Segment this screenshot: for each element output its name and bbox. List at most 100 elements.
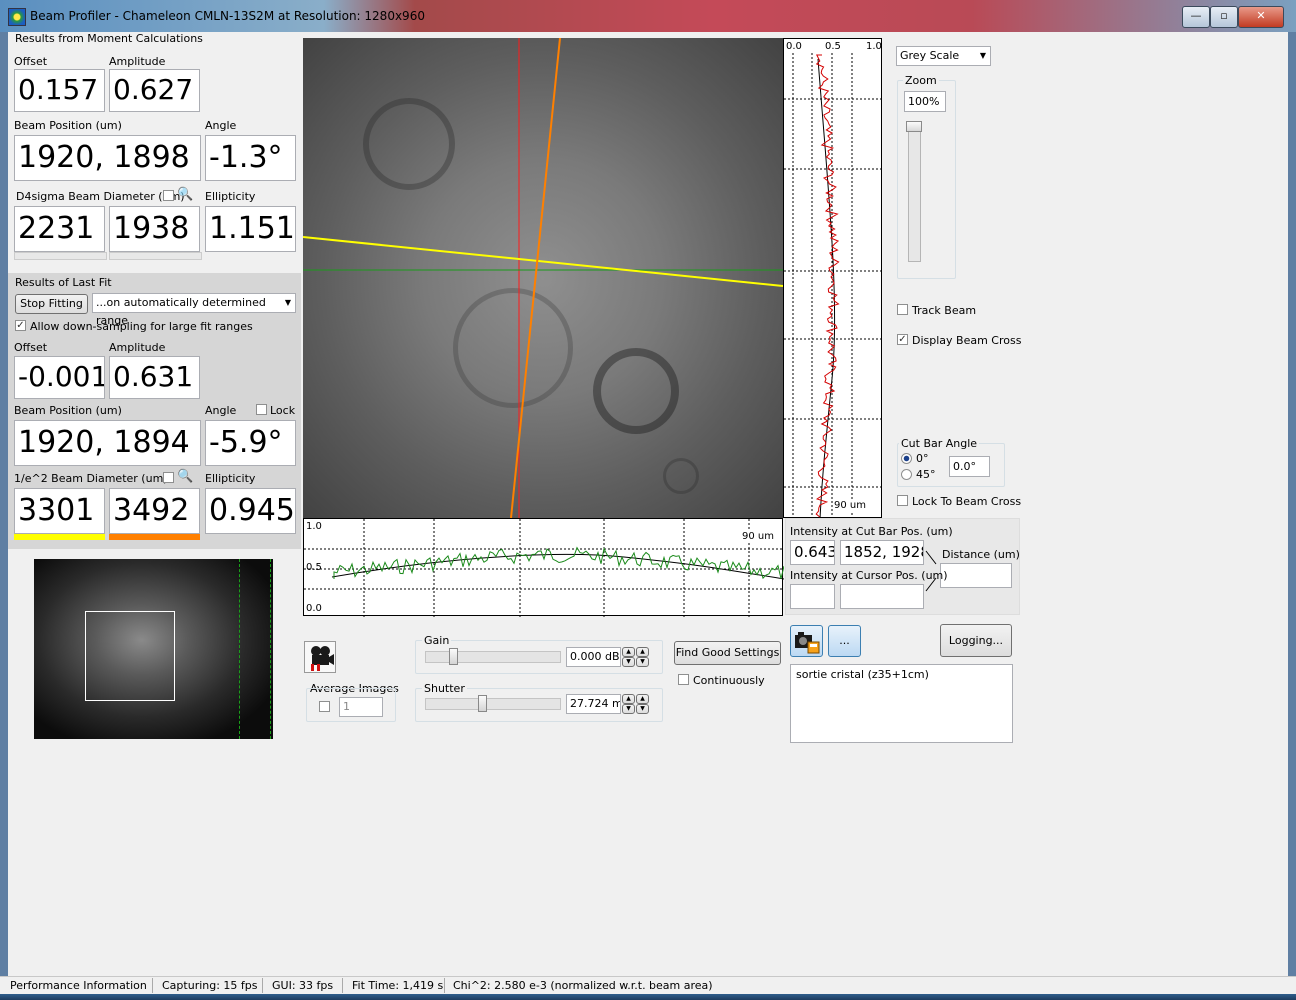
beam-position-label: Beam Position (um) [14,119,122,132]
shutter-down-fast-button[interactable]: ▼ [636,704,649,714]
cut-intensity-label: Intensity at Cut Bar Pos. (um) [790,525,953,538]
fit-offset-value: -0.001 [14,356,105,399]
lock-cross-checkbox[interactable] [897,495,908,506]
shutter-down-button[interactable]: ▼ [622,704,635,714]
angle-45-radio[interactable] [901,469,912,480]
fit-diameter-x: 3301 [14,488,105,534]
continuously-checkbox[interactable] [678,674,689,685]
cut-angle-input[interactable]: 0.0° [949,456,990,477]
moment-angle-value: -1.3° [205,135,296,181]
lock-label: Lock [270,404,296,417]
fit-y-axis-line [510,38,561,518]
status-fit-time: Fit Time: 1,419 s [352,979,444,992]
logging-button[interactable]: Logging... [940,624,1012,657]
find-good-settings-button[interactable]: Find Good Settings [674,641,781,665]
notes-textarea[interactable]: sortie cristal (z35+1cm) [790,664,1013,743]
display-cross-label: Display Beam Cross [912,334,1022,347]
average-checkbox[interactable] [319,701,330,712]
distance-bracket [925,550,937,592]
cut-bar-label: Cut Bar Angle [899,437,980,450]
app-icon [8,8,26,26]
vertical-profile-plot: 0.0 0.5 1.0 90 um [783,38,883,519]
stop-fitting-button[interactable]: Stop Fitting [15,294,88,314]
h-tick-bottom: 0.0 [306,603,322,614]
snapshot-icon[interactable] [790,625,823,657]
gain-down-fast-button[interactable]: ▼ [636,657,649,667]
status-gui: GUI: 33 fps [272,979,334,992]
horizontal-profile-svg [304,519,784,617]
lock-checkbox[interactable] [256,404,267,415]
angle-0-label: 0° [916,452,929,465]
chevron-down-icon: ▼ [979,51,986,60]
shutter-input[interactable]: 27.724 ms [566,694,621,714]
gain-down-button[interactable]: ▼ [622,657,635,667]
maximize-button[interactable]: ▫ [1210,6,1238,28]
fit-range-select[interactable]: ...on automatically determined range ▼ [92,293,296,327]
h-tick-top: 1.0 [306,521,322,532]
shutter-slider-track[interactable] [425,698,561,710]
colormap-value: Grey Scale [900,49,960,62]
title-bar[interactable]: Beam Profiler - Chameleon CMLN-13S2M at … [0,0,1296,32]
moment-x-bar [14,252,107,260]
fit-angle-value: -5.9° [205,420,296,466]
cursor-intensity-value [790,584,835,609]
horizontal-profile-data [333,546,784,580]
fit-amplitude-value: 0.631 [109,356,200,399]
d4sigma-checkbox[interactable] [163,190,174,201]
downsample-label: Allow down-sampling for large fit ranges [30,320,253,333]
roi-rectangle[interactable] [85,611,175,701]
angle-label: Angle [205,119,237,132]
beam-image[interactable] [303,38,783,518]
video-camera-icon[interactable] [304,641,336,673]
thumb-marker-left [239,559,240,739]
downsample-checkbox[interactable]: ✓ [15,320,26,331]
moment-header: Results from Moment Calculations [15,32,203,45]
track-beam-checkbox[interactable] [897,304,908,315]
fit-diameter-label: 1/e^2 Beam Diameter (um) [14,472,168,485]
magnifier-icon[interactable]: 🔍 [177,187,193,202]
shutter-up-button[interactable]: ▲ [622,694,635,704]
angle-0-radio[interactable] [901,453,912,464]
fit-x-color-bar [14,534,105,540]
browse-button[interactable]: ... [828,625,861,657]
fit-offset-label: Offset [14,341,48,354]
shutter-slider-thumb[interactable] [478,695,487,712]
shutter-label: Shutter [422,682,467,695]
fit-position-label: Beam Position (um) [14,404,122,417]
gain-slider-thumb[interactable] [449,648,458,665]
gain-up-fast-button[interactable]: ▲ [636,647,649,657]
beam-cross-overlay [303,38,783,518]
cut-intensity-value: 0.643 [790,540,835,565]
lock-cross-label: Lock To Beam Cross [912,495,1022,508]
vertical-profile-svg [784,53,883,519]
colormap-select[interactable]: Grey Scale ▼ [896,46,991,66]
beam-profiler-window: Beam Profiler - Chameleon CMLN-13S2M at … [0,0,1296,1000]
overview-thumbnail[interactable] [34,559,273,739]
zoom-input[interactable]: 100% [904,91,946,112]
zoom-slider-track[interactable] [908,122,921,262]
fit-ellipticity-value: 0.945 [205,488,296,534]
average-count-input[interactable]: 1 [339,697,383,717]
gain-up-button[interactable]: ▲ [622,647,635,657]
moment-diameter-y: 1938 [109,206,200,252]
angle-45-label: 45° [916,468,936,481]
v-tick-1: 0.5 [825,41,841,52]
v-tick-0: 0.0 [786,41,802,52]
gain-slider-track[interactable] [425,651,561,663]
display-cross-checkbox[interactable]: ✓ [897,334,908,345]
close-button[interactable]: ✕ [1238,6,1284,28]
moment-offset-value: 0.157 [14,69,105,112]
zoom-slider-thumb[interactable] [906,121,922,132]
zoom-label: Zoom [903,74,939,87]
status-performance: Performance Information [10,979,147,992]
moment-position-value: 1920, 1898 [14,135,201,181]
gain-input[interactable]: 0.000 dB [566,647,621,667]
fit-diameter-checkbox[interactable] [163,472,174,483]
status-separator [342,978,343,993]
d4sigma-label: D4sigma Beam Diameter (um) [16,190,185,203]
shutter-up-fast-button[interactable]: ▲ [636,694,649,704]
magnifier-icon[interactable]: 🔍 [177,469,193,484]
right-border [1288,32,1296,976]
minimize-button[interactable]: — [1182,6,1210,28]
distance-label: Distance (um) [942,548,1020,561]
